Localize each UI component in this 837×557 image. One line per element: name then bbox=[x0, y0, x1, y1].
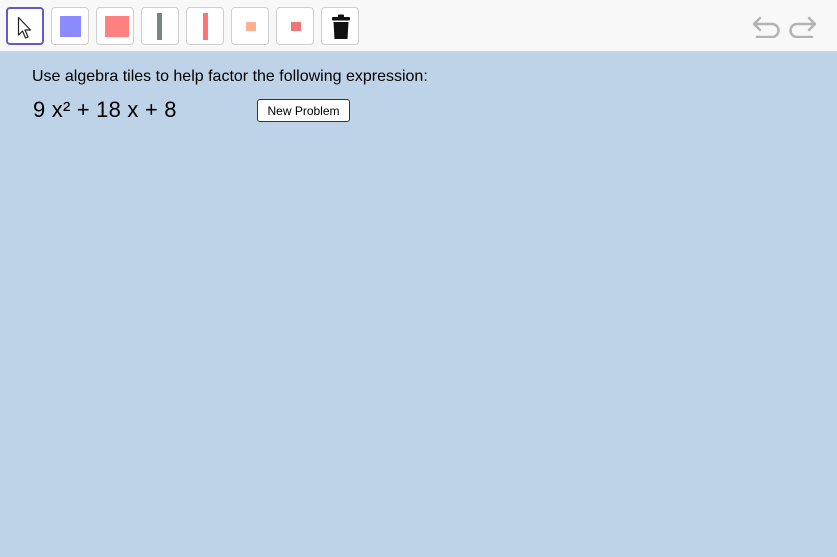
undo-icon bbox=[752, 16, 780, 38]
blue-square-tile-icon bbox=[60, 16, 81, 37]
unit-negative-tile-button[interactable] bbox=[276, 7, 314, 45]
orange-unit-tile-icon bbox=[246, 22, 256, 31]
red-unit-tile-icon bbox=[291, 22, 301, 31]
undo-button[interactable] bbox=[752, 14, 781, 38]
toolbar bbox=[0, 0, 837, 52]
red-bar-tile-icon bbox=[203, 13, 208, 40]
x-squared-negative-tile-button[interactable] bbox=[96, 7, 134, 45]
unit-positive-tile-button[interactable] bbox=[231, 7, 269, 45]
expression-text: 9 x² + 18 x + 8 bbox=[33, 97, 177, 122]
green-bar-tile-icon bbox=[157, 13, 162, 40]
x-squared-positive-tile-button[interactable] bbox=[51, 7, 89, 45]
trash-can-icon bbox=[332, 14, 350, 39]
geogebra-app: Use algebra tiles to help factor the fol… bbox=[0, 0, 837, 557]
graphics-canvas[interactable]: Use algebra tiles to help factor the fol… bbox=[0, 53, 837, 557]
red-square-tile-icon bbox=[105, 16, 129, 37]
instruction-text: Use algebra tiles to help factor the fol… bbox=[32, 68, 428, 85]
delete-tool-button[interactable] bbox=[321, 7, 359, 45]
x-positive-tile-button[interactable] bbox=[141, 7, 179, 45]
cursor-arrow-icon bbox=[17, 16, 32, 39]
x-negative-tile-button[interactable] bbox=[186, 7, 224, 45]
move-tool-button[interactable] bbox=[6, 7, 44, 45]
redo-button[interactable] bbox=[788, 14, 817, 38]
redo-icon bbox=[789, 16, 817, 38]
new-problem-button[interactable]: New Problem bbox=[257, 99, 350, 122]
